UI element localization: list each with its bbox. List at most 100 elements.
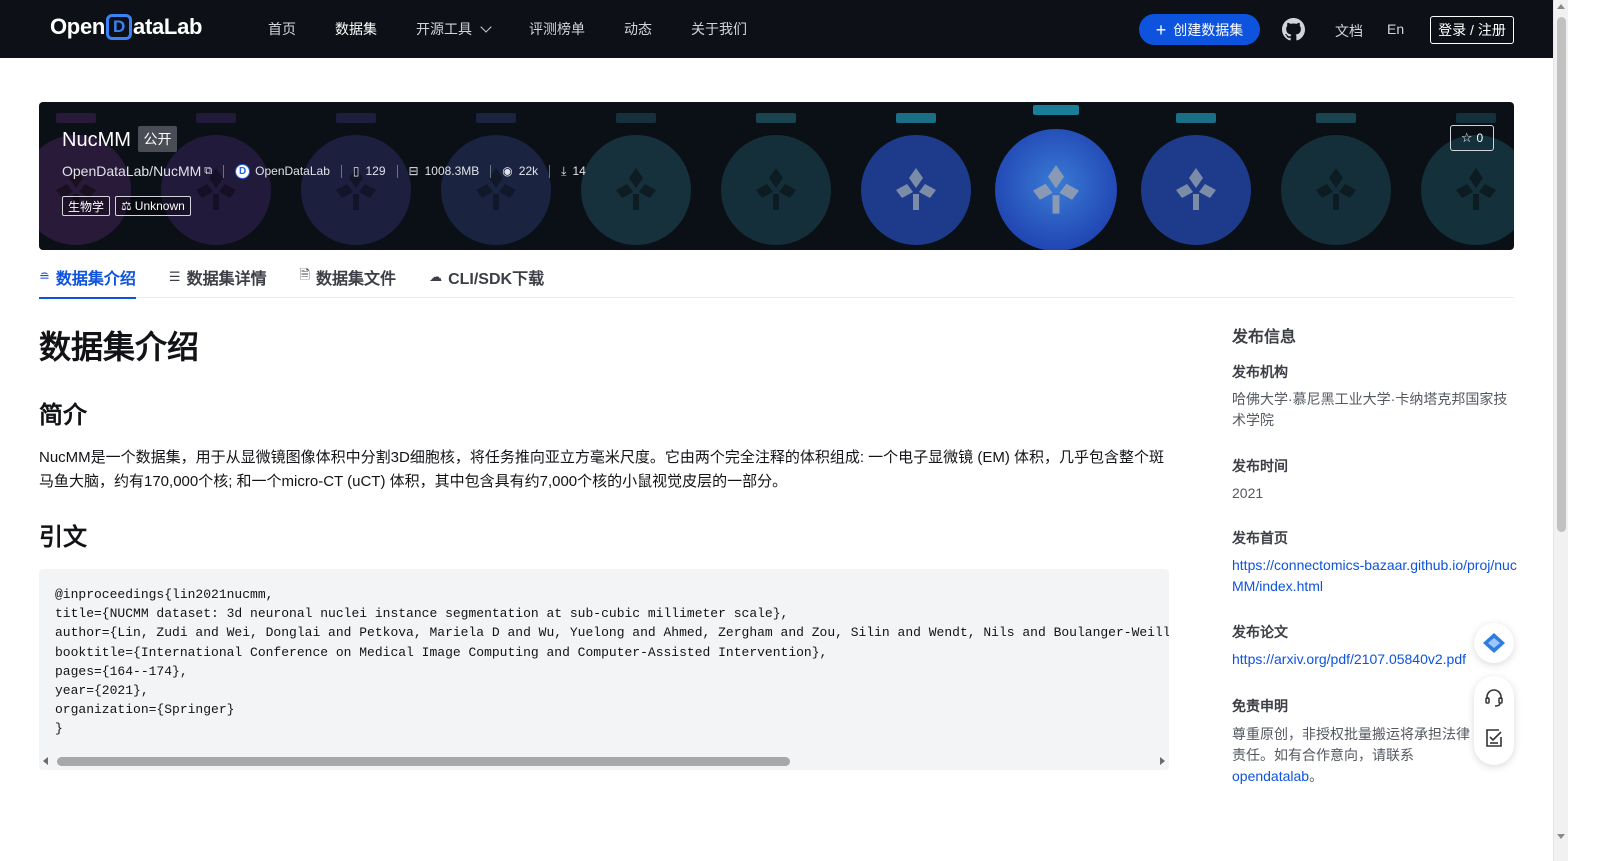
tab-cli-sdk-download[interactable]: ☁ CLI/SDK下载: [429, 255, 544, 298]
banner-flask-neck: [1176, 113, 1216, 123]
divider: [490, 164, 492, 178]
logo-d-mark: D: [106, 14, 133, 40]
citation-code-block[interactable]: @inproceedings{lin2021nucmm, title={NUCM…: [39, 569, 1169, 770]
create-dataset-button[interactable]: + 创建数据集: [1139, 14, 1260, 45]
banner-flask-mark: [773, 194, 779, 210]
nav-links: 首页 数据集 开源工具 评测榜单 动态 关于我们: [268, 0, 786, 58]
license-tag[interactable]: ⚖ Unknown: [115, 196, 191, 216]
banner-flask-neck: [196, 113, 236, 123]
logo-text-datalab: ataLab: [133, 14, 203, 39]
visibility-badge: 公开: [138, 126, 177, 152]
tab-label: 数据集介绍: [55, 270, 136, 288]
publish-time-value: 2021: [1232, 485, 1264, 501]
tab-dataset-details[interactable]: ☰ 数据集详情: [169, 255, 267, 298]
view-count: ◉ 22k: [502, 164, 538, 178]
nav-link-about[interactable]: 关于我们: [691, 19, 747, 39]
headset-support-icon[interactable]: [1484, 688, 1504, 708]
disclaimer-text: 尊重原创，非授权批量搬运将承担法律责任。如有合作意向，请联系 opendatala…: [1232, 724, 1482, 787]
banner-flask-body: [301, 135, 411, 245]
intro-paragraph: NucMM是一个数据集，用于从显微镜图像体积中分割3D细胞核，将任务推向亚立方毫…: [39, 449, 1165, 490]
citation-code[interactable]: @inproceedings{lin2021nucmm, title={NUCM…: [55, 585, 1169, 739]
tab-dataset-files[interactable]: 🗎 数据集文件: [300, 255, 396, 298]
org-link[interactable]: D OpenDataLab: [235, 163, 330, 179]
download-count: ⤓ 14: [561, 164, 586, 179]
dataset-banner: NucMM 公开 OpenDataLab/NucMM ⧉ D OpenDataLa…: [39, 102, 1514, 250]
banner-flask-mark: [1473, 194, 1479, 210]
banner-flask-body: [1281, 135, 1391, 245]
github-icon[interactable]: [1282, 18, 1305, 41]
scroll-down-arrow-icon[interactable]: [1557, 834, 1565, 839]
nav-link-open-tools[interactable]: 开源工具: [416, 19, 492, 39]
dataset-meta-row: OpenDataLab/NucMM ⧉ D OpenDataLab ▯ 129 ⊟ 1…: [62, 163, 586, 179]
opendatalab-logo[interactable]: Open DataLab: [50, 14, 202, 40]
banner-flask-mark: [633, 194, 639, 210]
database-icon: ≘: [39, 268, 50, 284]
cloud-download-icon: ☁: [429, 268, 443, 284]
banner-flask-mark: [913, 194, 919, 210]
disclaimer-contact-link[interactable]: opendatalab: [1232, 768, 1309, 784]
login-register-button[interactable]: 登录 / 注册: [1430, 16, 1514, 44]
homepage-link[interactable]: https://connectomics-bazaar.github.io/pr…: [1232, 555, 1517, 597]
download-icon: ⤓: [561, 163, 567, 178]
scroll-right-arrow-icon[interactable]: [1160, 757, 1165, 765]
dataset-size-value: 1008.3MB: [424, 164, 480, 178]
scroll-up-arrow-icon[interactable]: [1557, 4, 1565, 9]
dataset-title: NucMM: [62, 129, 131, 151]
publish-time-label: 发布时间: [1232, 458, 1288, 474]
file-icon: 🗎: [299, 266, 311, 282]
nav-docs-link[interactable]: 文档: [1335, 21, 1363, 41]
floating-tool-group: [1474, 676, 1514, 765]
dataset-tags: 生物学 ⚖ Unknown: [62, 196, 196, 216]
nav-link-home[interactable]: 首页: [268, 19, 296, 39]
banner-flask-neck: [1033, 105, 1079, 115]
banner-flask-body: [995, 129, 1117, 250]
banner-flask-body: [861, 135, 971, 245]
nav-link-news[interactable]: 动态: [624, 19, 652, 39]
banner-flask-neck: [336, 113, 376, 123]
nav-link-leaderboard[interactable]: 评测榜单: [529, 19, 585, 39]
nav-link-datasets[interactable]: 数据集: [335, 19, 377, 39]
scrollbar-thumb[interactable]: [1557, 17, 1566, 532]
intro-heading: 简介: [39, 402, 87, 429]
paper-link[interactable]: https://arxiv.org/pdf/2107.05840v2.pdf: [1232, 649, 1517, 670]
assistant-icon: [1483, 633, 1505, 653]
download-count-value: 14: [572, 164, 586, 178]
code-horizontal-scrollbar[interactable]: [39, 754, 1169, 770]
banner-flask-mark: [493, 194, 499, 210]
banner-flask-neck: [56, 113, 96, 123]
homepage-label: 发布首页: [1232, 530, 1288, 546]
repo-path: OpenDataLab/NucMM: [62, 163, 202, 179]
tab-dataset-intro[interactable]: ≘ 数据集介绍: [39, 255, 136, 299]
banner-flask-mark: [1193, 194, 1199, 210]
divider: [223, 164, 225, 178]
divider: [396, 164, 398, 178]
disclaimer-end: 。: [1309, 768, 1324, 784]
page-scrollbar[interactable]: [1553, 0, 1568, 861]
eye-icon: ◉: [502, 164, 513, 178]
banner-flask-neck: [1316, 113, 1356, 123]
banner-flask-mark: [213, 194, 219, 210]
plus-icon: +: [1155, 19, 1167, 40]
logo-text-open: Open: [50, 14, 106, 39]
publish-info-title: 发布信息: [1232, 329, 1297, 346]
copy-icon[interactable]: ⧉: [204, 165, 212, 178]
assistant-float-button[interactable]: [1474, 623, 1514, 663]
language-switch[interactable]: En: [1387, 21, 1404, 37]
disk-icon: ⊟: [408, 164, 419, 178]
star-button[interactable]: ☆ 0: [1450, 125, 1494, 151]
banner-flask-body: [1141, 135, 1251, 245]
top-navbar: Open DataLab 首页 数据集 开源工具 评测榜单 动态 关于我们 + 创建…: [0, 0, 1553, 58]
tab-label: CLI/SDK下载: [448, 270, 545, 288]
banner-flask-body: [721, 135, 831, 245]
disclaimer-body: 尊重原创，非授权批量搬运将承担法律责任。如有合作意向，请联系: [1232, 726, 1470, 763]
tag-biology[interactable]: 生物学: [62, 196, 111, 216]
code-scrollbar-thumb[interactable]: [57, 757, 790, 766]
chevron-down-icon: [480, 21, 492, 33]
scroll-left-arrow-icon[interactable]: [43, 757, 48, 765]
banner-flask-neck: [616, 113, 656, 123]
files-count: ▯ 129: [353, 164, 386, 178]
banner-flask-mark: [1333, 194, 1339, 210]
feedback-edit-icon[interactable]: [1484, 728, 1504, 748]
file-stack-icon: ▯: [352, 164, 360, 178]
tab-label: 数据集详情: [186, 270, 267, 288]
